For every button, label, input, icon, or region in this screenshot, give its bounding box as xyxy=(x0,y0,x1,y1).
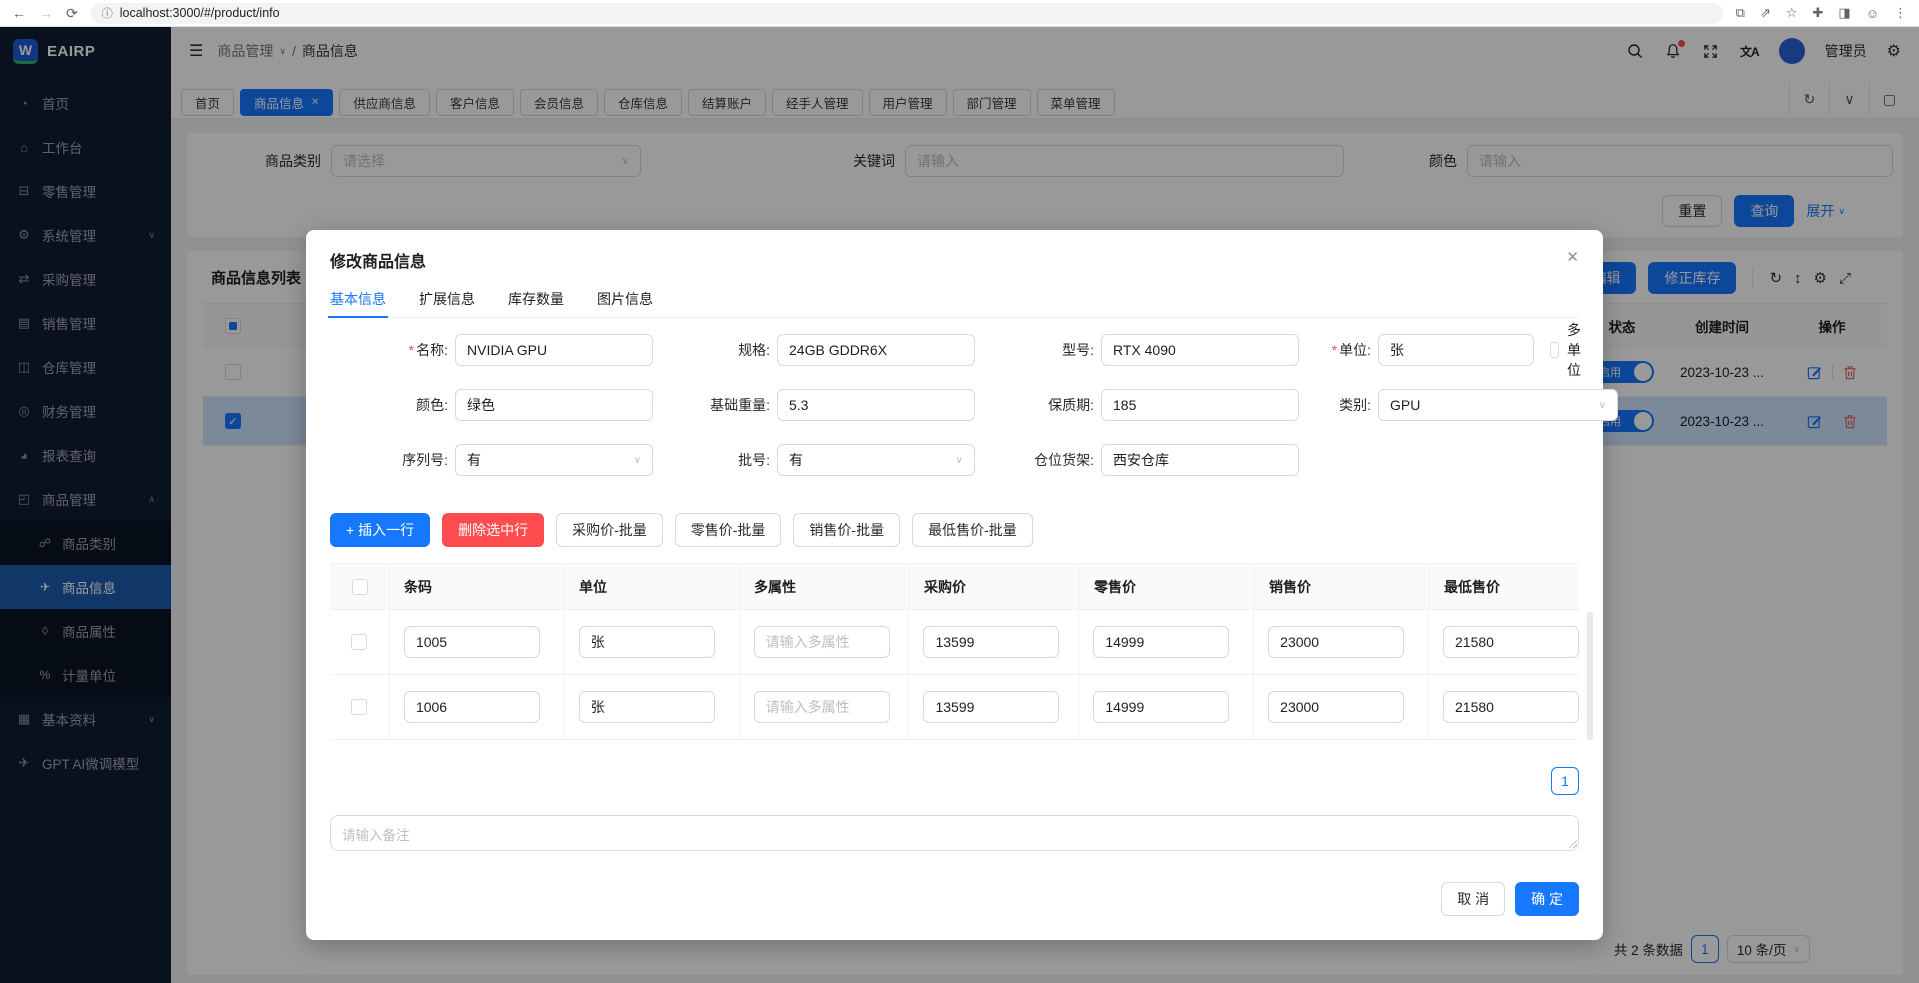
remark-textarea[interactable] xyxy=(330,815,1579,851)
multi-attr-input[interactable] xyxy=(754,691,890,723)
purchase-price-input[interactable] xyxy=(923,626,1059,658)
cancel-button[interactable]: 取 消 xyxy=(1441,882,1505,916)
extension-cat-icon[interactable]: ☺ xyxy=(1866,6,1879,21)
serial-select[interactable]: 有 ∨ xyxy=(455,444,653,476)
chevron-down-icon: ∨ xyxy=(634,455,641,466)
modal-footer: 取 消 确 定 xyxy=(1441,882,1579,916)
price-table-row xyxy=(330,610,1579,675)
multi-unit-checkbox[interactable]: 多单位 xyxy=(1550,334,1588,366)
retail-batch-button[interactable]: 零售价-批量 xyxy=(675,513,782,547)
unit-input[interactable] xyxy=(579,691,715,723)
modal-form: *名称: 规格: 型号: *单位: 多单位 xyxy=(330,334,1579,476)
chevron-down-icon: ∨ xyxy=(1599,400,1606,411)
unit-input[interactable] xyxy=(1378,334,1534,366)
column-multi-attr: 多属性 xyxy=(740,564,910,609)
spec-field: 规格: xyxy=(654,334,975,366)
column-unit: 单位 xyxy=(565,564,740,609)
multi-attr-input[interactable] xyxy=(754,626,890,658)
price-table-header: 条码 单位 多属性 采购价 零售价 销售价 最低售价 xyxy=(330,563,1579,610)
page-number-button[interactable]: 1 xyxy=(1551,767,1579,795)
price-table: 条码 单位 多属性 采购价 零售价 销售价 最低售价 xyxy=(330,563,1579,740)
rack-input[interactable] xyxy=(1101,444,1299,476)
column-retail-price: 零售价 xyxy=(1080,564,1255,609)
column-purchase-price: 采购价 xyxy=(910,564,1080,609)
confirm-button[interactable]: 确 定 xyxy=(1515,882,1579,916)
sale-price-input[interactable] xyxy=(1268,626,1404,658)
row-checkbox[interactable] xyxy=(351,699,367,715)
close-icon[interactable]: ✕ xyxy=(1562,244,1583,270)
site-info-icon[interactable]: ⓘ xyxy=(102,5,113,21)
barcode-input[interactable] xyxy=(404,691,540,723)
column-min-price: 最低售价 xyxy=(1430,564,1579,609)
row-checkbox[interactable] xyxy=(351,634,367,650)
name-input[interactable] xyxy=(455,334,653,366)
min-price-input[interactable] xyxy=(1443,691,1579,723)
tab-basic-info[interactable]: 基本信息 xyxy=(330,280,386,317)
url-bar[interactable]: ⓘ localhost:3000/#/product/info xyxy=(91,3,1723,24)
app-root: W EAIRP ◔ 首页 ⌂ 工作台 ⊟ 零售管理 ⚙ 系统管理 ∨ ⇄ xyxy=(0,27,1919,983)
tab-extend-info[interactable]: 扩展信息 xyxy=(419,280,475,317)
category-field: 类别: GPU ∨ xyxy=(1255,389,1618,421)
barcode-input[interactable] xyxy=(404,626,540,658)
browser-forward-icon[interactable]: → xyxy=(39,6,53,20)
column-sale-price: 销售价 xyxy=(1255,564,1430,609)
checkbox[interactable] xyxy=(1550,342,1559,358)
color-input[interactable] xyxy=(455,389,653,421)
required-mark: * xyxy=(409,342,414,358)
delete-selected-button[interactable]: 删除选中行 xyxy=(442,513,544,547)
browser-reload-icon[interactable]: ⟳ xyxy=(66,6,78,20)
modal-action-buttons: + 插入一行 删除选中行 采购价-批量 零售价-批量 销售价-批量 最低售价-批… xyxy=(330,513,1033,547)
sale-price-input[interactable] xyxy=(1268,691,1404,723)
unit-field: *单位: xyxy=(1255,334,1534,366)
min-price-batch-button[interactable]: 最低售价-批量 xyxy=(912,513,1033,547)
bookmark-star-icon[interactable]: ☆ xyxy=(1786,5,1798,21)
purchase-batch-button[interactable]: 采购价-批量 xyxy=(556,513,663,547)
serial-field: 序列号: 有 ∨ xyxy=(330,444,653,476)
price-table-row xyxy=(330,675,1579,740)
extension-square-icon[interactable]: ◨ xyxy=(1838,5,1850,21)
modal-title: 修改商品信息 xyxy=(330,248,426,272)
url-text: localhost:3000/#/product/info xyxy=(120,6,280,20)
color-field: 颜色: xyxy=(330,389,653,421)
name-field: *名称: xyxy=(330,334,653,366)
batch-select[interactable]: 有 ∨ xyxy=(777,444,975,476)
weight-input[interactable] xyxy=(777,389,975,421)
batch-field: 批号: 有 ∨ xyxy=(654,444,975,476)
browser-menu-dots-icon[interactable]: ⋮ xyxy=(1894,5,1907,21)
tab-image-info[interactable]: 图片信息 xyxy=(597,280,653,317)
category-select[interactable]: GPU ∨ xyxy=(1378,389,1618,421)
modal-tabs: 基本信息 扩展信息 库存数量 图片信息 xyxy=(330,280,1579,318)
insert-row-button[interactable]: + 插入一行 xyxy=(330,513,430,547)
weight-field: 基础重量: xyxy=(654,389,975,421)
browser-chrome: ← → ⟳ ⓘ localhost:3000/#/product/info ⧉ … xyxy=(0,0,1919,27)
modal-pagination: 1 xyxy=(1551,767,1579,795)
share-icon[interactable]: ⇗ xyxy=(1760,5,1771,21)
column-barcode: 条码 xyxy=(390,564,565,609)
required-mark: * xyxy=(1332,342,1337,358)
rack-field: 仓位货架: xyxy=(978,444,1299,476)
edit-product-modal: 修改商品信息 ✕ 基本信息 扩展信息 库存数量 图片信息 *名称: 规格: 型号… xyxy=(306,230,1603,940)
chevron-down-icon: ∨ xyxy=(956,455,963,466)
purchase-price-input[interactable] xyxy=(923,691,1059,723)
translate-icon[interactable]: ⧉ xyxy=(1736,5,1745,21)
sale-batch-button[interactable]: 销售价-批量 xyxy=(793,513,900,547)
browser-toolbar: ⧉ ⇗ ☆ ✚ ◨ ☺ ⋮ xyxy=(1736,5,1907,21)
select-all-checkbox[interactable] xyxy=(352,579,368,595)
browser-back-icon[interactable]: ← xyxy=(12,6,26,20)
table-scrollbar[interactable] xyxy=(1587,612,1593,740)
min-price-input[interactable] xyxy=(1443,626,1579,658)
retail-price-input[interactable] xyxy=(1093,626,1229,658)
unit-input[interactable] xyxy=(579,626,715,658)
spec-input[interactable] xyxy=(777,334,975,366)
model-field: 型号: xyxy=(978,334,1299,366)
shelf-life-field: 保质期: xyxy=(978,389,1299,421)
retail-price-input[interactable] xyxy=(1093,691,1229,723)
tab-stock-quantity[interactable]: 库存数量 xyxy=(508,280,564,317)
extensions-puzzle-icon[interactable]: ✚ xyxy=(1813,5,1824,21)
